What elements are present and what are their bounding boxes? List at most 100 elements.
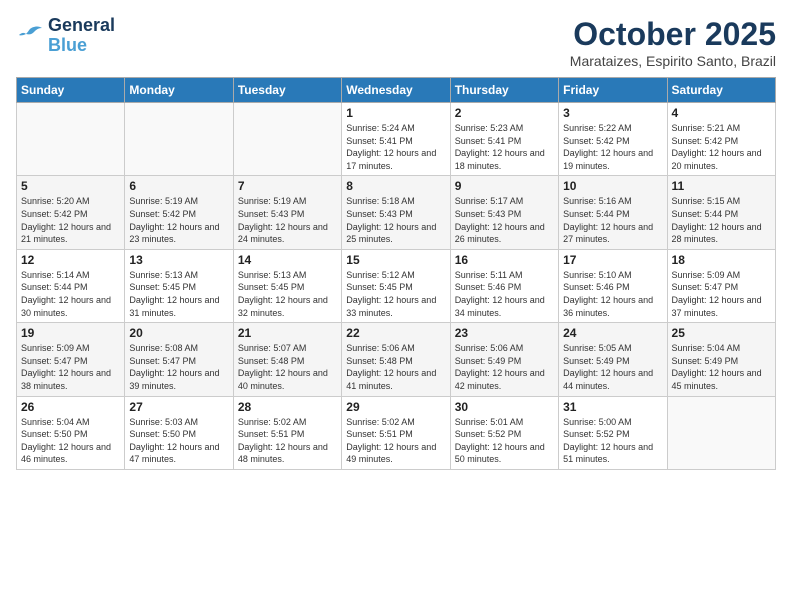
calendar-cell: 17 Sunrise: 5:10 AMSunset: 5:46 PMDayligh… [559, 249, 667, 322]
calendar-cell: 30Sunrise: 5:01 AMSunset: 5:52 PMDayligh… [450, 396, 558, 469]
weekday-header-thursday: Thursday [450, 78, 558, 103]
weekday-header-tuesday: Tuesday [233, 78, 341, 103]
cell-content: Sunrise: 5:15 AMSunset: 5:44 PMDaylight:… [672, 195, 771, 245]
day-number: 7 [238, 179, 337, 193]
week-row-2: 5 Sunrise: 5:20 AMSunset: 5:42 PMDaylight… [17, 176, 776, 249]
calendar-cell: 26 Sunrise: 5:04 AMSunset: 5:50 PMDayligh… [17, 396, 125, 469]
calendar-cell: 3Sunrise: 5:22 AMSunset: 5:42 PMDaylight… [559, 103, 667, 176]
cell-content: Sunrise: 5:06 AMSunset: 5:48 PMDaylight:… [346, 342, 445, 392]
cell-content: Sunrise: 5:18 AMSunset: 5:43 PMDaylight:… [346, 195, 445, 245]
weekday-header-friday: Friday [559, 78, 667, 103]
month-title: October 2025 [570, 16, 776, 53]
cell-content: Sunrise: 5:10 AMSunset: 5:46 PMDaylight:… [563, 269, 662, 319]
cell-content: Sunrise: 5:13 AMSunset: 5:45 PMDaylight:… [238, 269, 337, 319]
calendar-cell: 7 Sunrise: 5:19 AMSunset: 5:43 PMDaylight… [233, 176, 341, 249]
cell-content: Sunrise: 5:11 AMSunset: 5:46 PMDaylight:… [455, 269, 554, 319]
calendar-cell: 8 Sunrise: 5:18 AMSunset: 5:43 PMDaylight… [342, 176, 450, 249]
calendar-cell: 19Sunrise: 5:09 AMSunset: 5:47 PMDayligh… [17, 323, 125, 396]
cell-content: Sunrise: 5:23 AMSunset: 5:41 PMDaylight:… [455, 122, 554, 172]
calendar-cell: 25 Sunrise: 5:04 AMSunset: 5:49 PMDayligh… [667, 323, 775, 396]
day-number: 18 [672, 253, 771, 267]
weekday-header-monday: Monday [125, 78, 233, 103]
day-number: 15 [346, 253, 445, 267]
day-number: 28 [238, 400, 337, 414]
calendar-cell: 1Sunrise: 5:24 AMSunset: 5:41 PMDaylight… [342, 103, 450, 176]
day-number: 17 [563, 253, 662, 267]
calendar-cell: 12 Sunrise: 5:14 AMSunset: 5:44 PMDayligh… [17, 249, 125, 322]
day-number: 14 [238, 253, 337, 267]
location: Marataizes, Espirito Santo, Brazil [570, 53, 776, 69]
day-number: 25 [672, 326, 771, 340]
calendar-cell: 5 Sunrise: 5:20 AMSunset: 5:42 PMDaylight… [17, 176, 125, 249]
day-number: 9 [455, 179, 554, 193]
cell-content: Sunrise: 5:05 AMSunset: 5:49 PMDaylight:… [563, 342, 662, 392]
calendar-cell: 6 Sunrise: 5:19 AMSunset: 5:42 PMDaylight… [125, 176, 233, 249]
cell-content: Sunrise: 5:19 AMSunset: 5:43 PMDaylight:… [238, 195, 337, 245]
calendar-cell: 14 Sunrise: 5:13 AMSunset: 5:45 PMDayligh… [233, 249, 341, 322]
cell-content: Sunrise: 5:13 AMSunset: 5:45 PMDaylight:… [129, 269, 228, 319]
day-number: 21 [238, 326, 337, 340]
calendar-cell: 9 Sunrise: 5:17 AMSunset: 5:43 PMDaylight… [450, 176, 558, 249]
cell-content: Sunrise: 5:17 AMSunset: 5:43 PMDaylight:… [455, 195, 554, 245]
calendar-cell: 24 Sunrise: 5:05 AMSunset: 5:49 PMDayligh… [559, 323, 667, 396]
cell-content: Sunrise: 5:04 AMSunset: 5:50 PMDaylight:… [21, 416, 120, 466]
day-number: 27 [129, 400, 228, 414]
logo-icon [16, 25, 44, 47]
calendar-cell: 18 Sunrise: 5:09 AMSunset: 5:47 PMDayligh… [667, 249, 775, 322]
day-number: 12 [21, 253, 120, 267]
weekday-header-wednesday: Wednesday [342, 78, 450, 103]
calendar-cell: 27 Sunrise: 5:03 AMSunset: 5:50 PMDayligh… [125, 396, 233, 469]
week-row-5: 26 Sunrise: 5:04 AMSunset: 5:50 PMDayligh… [17, 396, 776, 469]
day-number: 26 [21, 400, 120, 414]
calendar-cell: 2 Sunrise: 5:23 AMSunset: 5:41 PMDaylight… [450, 103, 558, 176]
day-number: 24 [563, 326, 662, 340]
calendar-cell: 13 Sunrise: 5:13 AMSunset: 5:45 PMDayligh… [125, 249, 233, 322]
logo-line1: General [48, 16, 115, 36]
day-number: 11 [672, 179, 771, 193]
cell-content: Sunrise: 5:04 AMSunset: 5:49 PMDaylight:… [672, 342, 771, 392]
calendar-cell: 31Sunrise: 5:00 AMSunset: 5:52 PMDayligh… [559, 396, 667, 469]
day-number: 1 [346, 106, 445, 120]
day-number: 20 [129, 326, 228, 340]
cell-content: Sunrise: 5:09 AMSunset: 5:47 PMDaylight:… [21, 342, 120, 392]
week-row-4: 19Sunrise: 5:09 AMSunset: 5:47 PMDayligh… [17, 323, 776, 396]
day-number: 4 [672, 106, 771, 120]
calendar-cell [233, 103, 341, 176]
day-number: 5 [21, 179, 120, 193]
cell-content: Sunrise: 5:12 AMSunset: 5:45 PMDaylight:… [346, 269, 445, 319]
day-number: 13 [129, 253, 228, 267]
day-number: 6 [129, 179, 228, 193]
day-number: 10 [563, 179, 662, 193]
weekday-header-sunday: Sunday [17, 78, 125, 103]
day-number: 3 [563, 106, 662, 120]
calendar-cell: 21 Sunrise: 5:07 AMSunset: 5:48 PMDayligh… [233, 323, 341, 396]
logo: General Blue [16, 16, 115, 56]
calendar-cell: 29Sunrise: 5:02 AMSunset: 5:51 PMDayligh… [342, 396, 450, 469]
calendar-cell: 22Sunrise: 5:06 AMSunset: 5:48 PMDayligh… [342, 323, 450, 396]
day-number: 16 [455, 253, 554, 267]
calendar-cell: 16 Sunrise: 5:11 AMSunset: 5:46 PMDayligh… [450, 249, 558, 322]
cell-content: Sunrise: 5:19 AMSunset: 5:42 PMDaylight:… [129, 195, 228, 245]
day-number: 23 [455, 326, 554, 340]
cell-content: Sunrise: 5:20 AMSunset: 5:42 PMDaylight:… [21, 195, 120, 245]
cell-content: Sunrise: 5:09 AMSunset: 5:47 PMDaylight:… [672, 269, 771, 319]
cell-content: Sunrise: 5:06 AMSunset: 5:49 PMDaylight:… [455, 342, 554, 392]
calendar-cell [667, 396, 775, 469]
week-row-3: 12 Sunrise: 5:14 AMSunset: 5:44 PMDayligh… [17, 249, 776, 322]
calendar-cell: 10 Sunrise: 5:16 AMSunset: 5:44 PMDayligh… [559, 176, 667, 249]
cell-content: Sunrise: 5:03 AMSunset: 5:50 PMDaylight:… [129, 416, 228, 466]
cell-content: Sunrise: 5:21 AMSunset: 5:42 PMDaylight:… [672, 122, 771, 172]
day-number: 2 [455, 106, 554, 120]
calendar-cell: 28Sunrise: 5:02 AMSunset: 5:51 PMDayligh… [233, 396, 341, 469]
title-block: October 2025 Marataizes, Espirito Santo,… [570, 16, 776, 69]
cell-content: Sunrise: 5:07 AMSunset: 5:48 PMDaylight:… [238, 342, 337, 392]
day-number: 8 [346, 179, 445, 193]
cell-content: Sunrise: 5:16 AMSunset: 5:44 PMDaylight:… [563, 195, 662, 245]
calendar-cell: 4 Sunrise: 5:21 AMSunset: 5:42 PMDaylight… [667, 103, 775, 176]
week-row-1: 1Sunrise: 5:24 AMSunset: 5:41 PMDaylight… [17, 103, 776, 176]
cell-content: Sunrise: 5:08 AMSunset: 5:47 PMDaylight:… [129, 342, 228, 392]
calendar-cell [125, 103, 233, 176]
calendar-cell [17, 103, 125, 176]
calendar-cell: 23 Sunrise: 5:06 AMSunset: 5:49 PMDayligh… [450, 323, 558, 396]
cell-content: Sunrise: 5:14 AMSunset: 5:44 PMDaylight:… [21, 269, 120, 319]
